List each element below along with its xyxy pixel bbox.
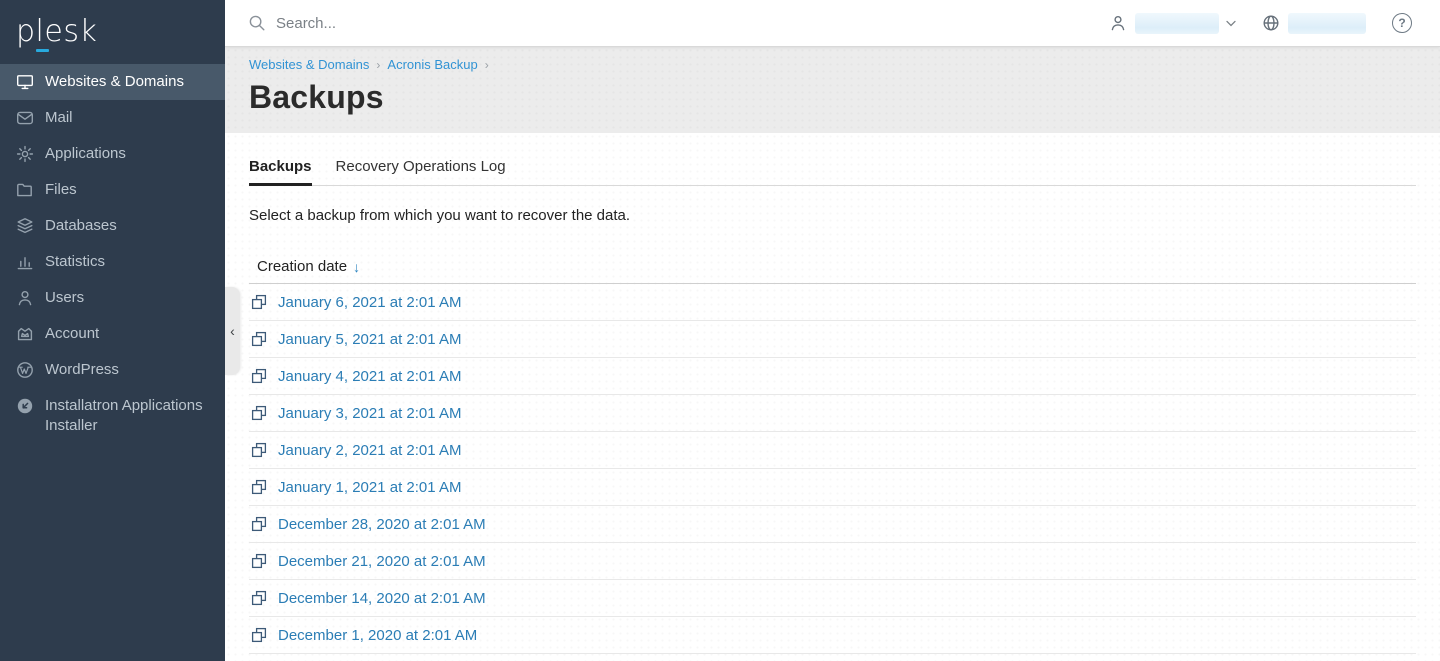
backup-volume-icon: [251, 442, 267, 458]
sidebar-item-wordpress[interactable]: WordPress: [0, 352, 225, 388]
breadcrumb: Websites & Domains › Acronis Backup ›: [249, 57, 1416, 72]
backup-link[interactable]: January 3, 2021 at 2:01 AM: [278, 405, 461, 422]
backup-volume-icon: [251, 516, 267, 532]
chevron-down-icon[interactable]: [1226, 20, 1236, 27]
tab-recovery-operations-log[interactable]: Recovery Operations Log: [336, 158, 506, 185]
database-icon: [16, 217, 34, 235]
page-title: Backups: [249, 79, 384, 115]
user-menu-redacted[interactable]: [1135, 12, 1219, 34]
breadcrumb-separator: ›: [484, 57, 489, 72]
backup-volume-icon: [251, 368, 267, 384]
sidebar-item-statistics[interactable]: Statistics: [0, 244, 225, 280]
sidebar-item-installatron[interactable]: Installatron Applications Installer: [0, 388, 225, 444]
user-icon: [1109, 14, 1127, 32]
topbar: ?: [225, 0, 1440, 47]
tabs: Backups Recovery Operations Log: [249, 158, 1416, 186]
sidebar-item-databases[interactable]: Databases: [0, 208, 225, 244]
help-icon[interactable]: ?: [1392, 13, 1412, 33]
sidebar-item-label: Account: [45, 325, 100, 342]
backup-row: December 21, 2020 at 2:01 AM: [249, 543, 1416, 580]
breadcrumb-websites-domains[interactable]: Websites & Domains: [249, 57, 369, 72]
account-crown-icon: [16, 325, 34, 343]
plesk-logo-accent: [36, 49, 49, 52]
backup-link[interactable]: December 14, 2020 at 2:01 AM: [278, 590, 486, 607]
search-icon: [248, 14, 266, 32]
installatron-icon: [16, 397, 34, 415]
backup-volume-icon: [251, 627, 267, 643]
user-icon: [16, 289, 34, 307]
sidebar-item-account[interactable]: Account: [0, 316, 225, 352]
backup-link[interactable]: January 6, 2021 at 2:01 AM: [278, 294, 461, 311]
backup-volume-icon: [251, 405, 267, 421]
sidebar-item-label: Websites & Domains: [45, 73, 184, 90]
folder-icon: [16, 181, 34, 199]
backup-row: January 6, 2021 at 2:01 AM: [249, 284, 1416, 321]
backup-link[interactable]: December 1, 2020 at 2:01 AM: [278, 627, 477, 644]
tab-backups[interactable]: Backups: [249, 158, 312, 186]
global-search: [248, 14, 1109, 32]
backup-row: January 2, 2021 at 2:01 AM: [249, 432, 1416, 469]
backup-link[interactable]: January 5, 2021 at 2:01 AM: [278, 331, 461, 348]
creation-date-label: Creation date: [257, 258, 348, 275]
sidebar-item-label: Installatron Applications Installer: [45, 397, 203, 434]
backup-row: December 1, 2020 at 2:01 AM: [249, 617, 1416, 654]
backup-volume-icon: [251, 590, 267, 606]
sort-descending-icon: ↓: [353, 258, 361, 275]
backup-row: January 5, 2021 at 2:01 AM: [249, 321, 1416, 358]
backup-row: January 4, 2021 at 2:01 AM: [249, 358, 1416, 395]
backup-row: December 28, 2020 at 2:01 AM: [249, 506, 1416, 543]
sidebar-item-mail[interactable]: Mail: [0, 100, 225, 136]
language-menu-redacted[interactable]: [1288, 12, 1366, 34]
sidebar-item-users[interactable]: Users: [0, 280, 225, 316]
plesk-logo[interactable]: plesk: [0, 0, 225, 60]
backup-row: November 24, 2020 at 2:01 AM: [249, 654, 1416, 661]
backup-row: December 14, 2020 at 2:01 AM: [249, 580, 1416, 617]
bar-chart-icon: [16, 253, 34, 271]
sidebar: plesk Websites & Domains Mail Applicatio…: [0, 0, 225, 661]
backup-volume-icon: [251, 294, 267, 310]
backup-list: January 6, 2021 at 2:01 AM January 5, 20…: [249, 284, 1416, 661]
mail-icon: [16, 109, 34, 127]
backup-volume-icon: [251, 479, 267, 495]
sidebar-item-label: Statistics: [45, 253, 106, 270]
sidebar-item-label: Users: [45, 289, 85, 306]
backup-link[interactable]: January 4, 2021 at 2:01 AM: [278, 368, 461, 385]
sidebar-item-label: Mail: [45, 109, 73, 126]
breadcrumb-separator: ›: [376, 57, 381, 72]
globe-icon: [1262, 14, 1280, 32]
breadcrumb-acronis-backup[interactable]: Acronis Backup: [387, 57, 477, 72]
main-content: Backups Recovery Operations Log Select a…: [225, 133, 1440, 661]
backup-link[interactable]: January 1, 2021 at 2:01 AM: [278, 479, 461, 496]
sidebar-nav: Websites & Domains Mail Applications Fil…: [0, 64, 225, 444]
backup-link[interactable]: December 21, 2020 at 2:01 AM: [278, 553, 486, 570]
topbar-right: ?: [1109, 12, 1412, 34]
sidebar-item-label: Databases: [45, 217, 117, 234]
sidebar-item-label: Files: [45, 181, 77, 198]
backup-link[interactable]: December 28, 2020 at 2:01 AM: [278, 516, 486, 533]
sidebar-item-label: WordPress: [45, 361, 119, 378]
gear-icon: [16, 145, 34, 163]
sidebar-item-websites-domains[interactable]: Websites & Domains: [0, 64, 225, 100]
creation-date-sort-header[interactable]: Creation date ↓: [249, 252, 1416, 284]
backup-volume-icon: [251, 331, 267, 347]
page-header: Websites & Domains › Acronis Backup › Ba…: [225, 47, 1440, 133]
sidebar-item-files[interactable]: Files: [0, 172, 225, 208]
monitor-icon: [16, 73, 34, 91]
backup-row: January 1, 2021 at 2:01 AM: [249, 469, 1416, 506]
backup-row: January 3, 2021 at 2:01 AM: [249, 395, 1416, 432]
search-input[interactable]: [276, 14, 536, 32]
wordpress-icon: [16, 361, 34, 379]
sidebar-item-applications[interactable]: Applications: [0, 136, 225, 172]
page-description: Select a backup from which you want to r…: [249, 207, 631, 224]
backup-link[interactable]: January 2, 2021 at 2:01 AM: [278, 442, 461, 459]
sidebar-collapse-button[interactable]: ‹: [225, 287, 240, 375]
sidebar-item-label: Applications: [45, 145, 126, 162]
chevron-left-icon: ‹: [230, 323, 235, 339]
backup-volume-icon: [251, 553, 267, 569]
plesk-logo-text: plesk: [16, 14, 98, 49]
